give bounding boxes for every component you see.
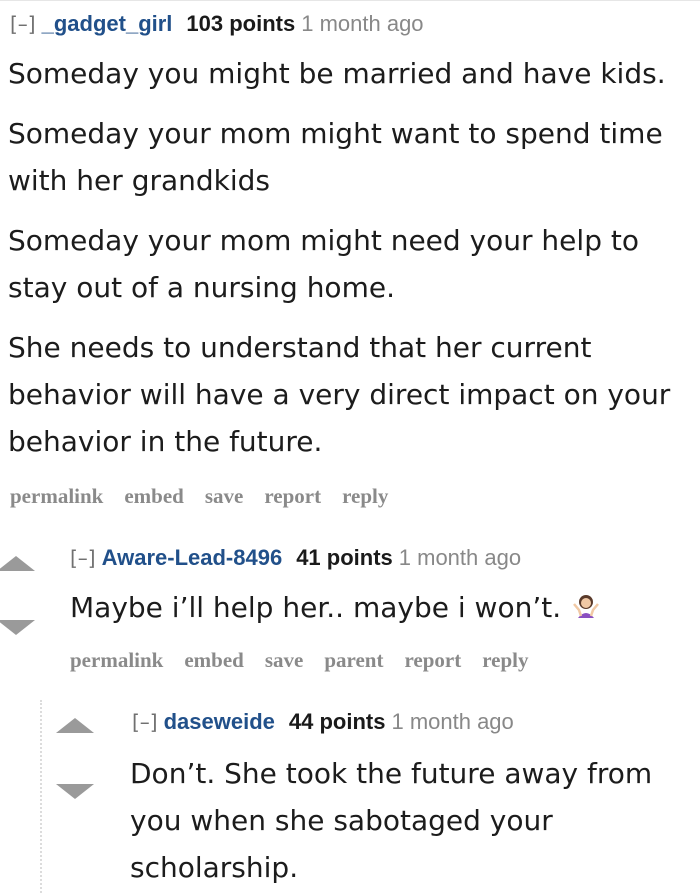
permalink-link[interactable]: permalink — [10, 484, 103, 508]
embed-link[interactable]: embed — [124, 484, 184, 508]
reply-link[interactable]: reply — [342, 484, 388, 508]
thread-line — [40, 700, 42, 893]
comment-paragraph: Someday your mom might want to spend tim… — [8, 117, 663, 197]
comment-actions: permalink embed save parent report reply — [70, 648, 550, 673]
comment-tagline: [–] daseweide 44 points 1 month ago — [132, 710, 514, 735]
comment-actions: permalink embed save report reply — [10, 484, 409, 509]
reply-link[interactable]: reply — [482, 648, 528, 672]
comment-body: Someday you might be married and have ki… — [8, 50, 698, 465]
comment-tagline: [–] _gadget_girl 103 points 1 month ago — [10, 12, 424, 37]
score: 44 points — [288, 709, 386, 734]
author-link[interactable]: Aware-Lead-8496 — [102, 545, 283, 570]
report-link[interactable]: report — [404, 648, 461, 672]
collapse-toggle[interactable]: [–] — [10, 12, 36, 36]
collapse-toggle[interactable]: [–] — [132, 710, 158, 734]
top-divider — [0, 0, 700, 1]
downvote-arrow-icon[interactable] — [0, 620, 35, 635]
comment-body: Don’t. She took the future away from you… — [130, 750, 690, 891]
report-link[interactable]: report — [264, 484, 321, 508]
collapse-toggle[interactable]: [–] — [70, 546, 96, 570]
author-link[interactable]: _gadget_girl — [42, 11, 173, 36]
comment-tagline: [–] Aware-Lead-8496 41 points 1 month ago — [70, 546, 521, 571]
permalink-link[interactable]: permalink — [70, 648, 163, 672]
downvote-arrow-icon[interactable] — [56, 784, 94, 799]
comment-text: Maybe i’ll help her.. maybe i won’t. — [70, 591, 562, 624]
comment-paragraph: Someday your mom might need your help to… — [8, 224, 639, 304]
author-link[interactable]: daseweide — [164, 709, 275, 734]
timestamp[interactable]: 1 month ago — [301, 11, 423, 36]
save-link[interactable]: save — [205, 484, 244, 508]
comment-paragraph: She needs to understand that her current… — [8, 331, 671, 458]
embed-link[interactable]: embed — [184, 648, 244, 672]
comment-paragraph: Maybe i’ll help her.. maybe i won’t. — [70, 584, 690, 631]
score: 103 points — [186, 11, 296, 36]
upvote-arrow-icon[interactable] — [0, 556, 35, 571]
person-shrugging-emoji — [573, 595, 600, 618]
timestamp[interactable]: 1 month ago — [399, 545, 521, 570]
upvote-arrow-icon[interactable] — [56, 718, 94, 733]
parent-link[interactable]: parent — [324, 648, 383, 672]
comment-paragraph: Don’t. She took the future away from you… — [130, 757, 653, 884]
comment-paragraph: Someday you might be married and have ki… — [8, 57, 666, 90]
save-link[interactable]: save — [265, 648, 304, 672]
score: 41 points — [296, 545, 393, 570]
timestamp[interactable]: 1 month ago — [391, 709, 513, 734]
comment-body: Maybe i’ll help her.. maybe i won’t. — [70, 584, 690, 631]
